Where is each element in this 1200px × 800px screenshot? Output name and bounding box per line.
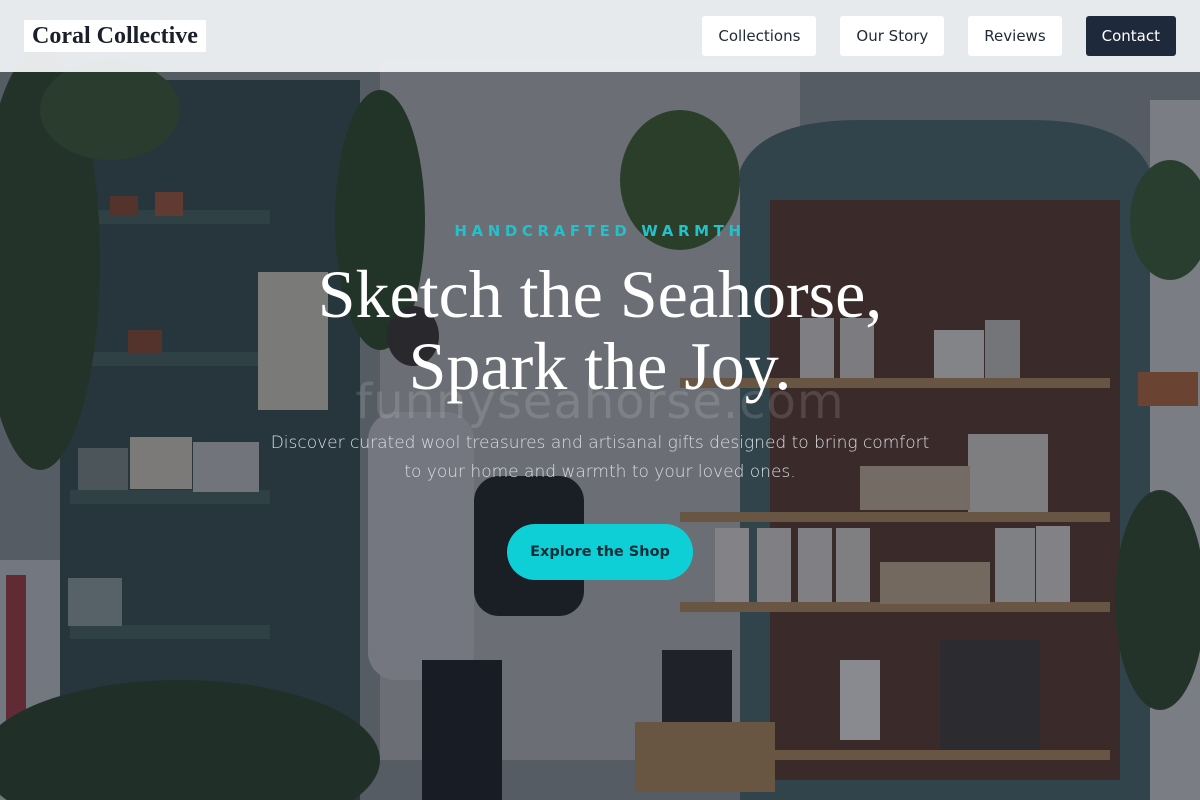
nav-contact-button[interactable]: Contact <box>1085 16 1176 56</box>
nav-reviews-button[interactable]: Reviews <box>968 16 1062 56</box>
hero-headline-line-1: Sketch the Seahorse, <box>317 256 883 332</box>
nav-collections-button[interactable]: Collections <box>702 16 817 56</box>
hero-eyebrow: HANDCRAFTED WARMTH <box>454 222 746 240</box>
hero-section: HANDCRAFTED WARMTH Sketch the Seahorse, … <box>0 72 1200 800</box>
brand-logo[interactable]: Coral Collective <box>24 20 206 52</box>
top-navigation-bar: Coral Collective Collections Our Story R… <box>0 0 1200 72</box>
explore-shop-button[interactable]: Explore the Shop <box>507 524 693 580</box>
nav-links: Collections Our Story Reviews Contact <box>702 16 1176 56</box>
hero-subtitle: Discover curated wool treasures and arti… <box>270 433 930 482</box>
nav-our-story-button[interactable]: Our Story <box>840 16 945 56</box>
watermark-text: funnyseahorse.com <box>355 374 845 430</box>
